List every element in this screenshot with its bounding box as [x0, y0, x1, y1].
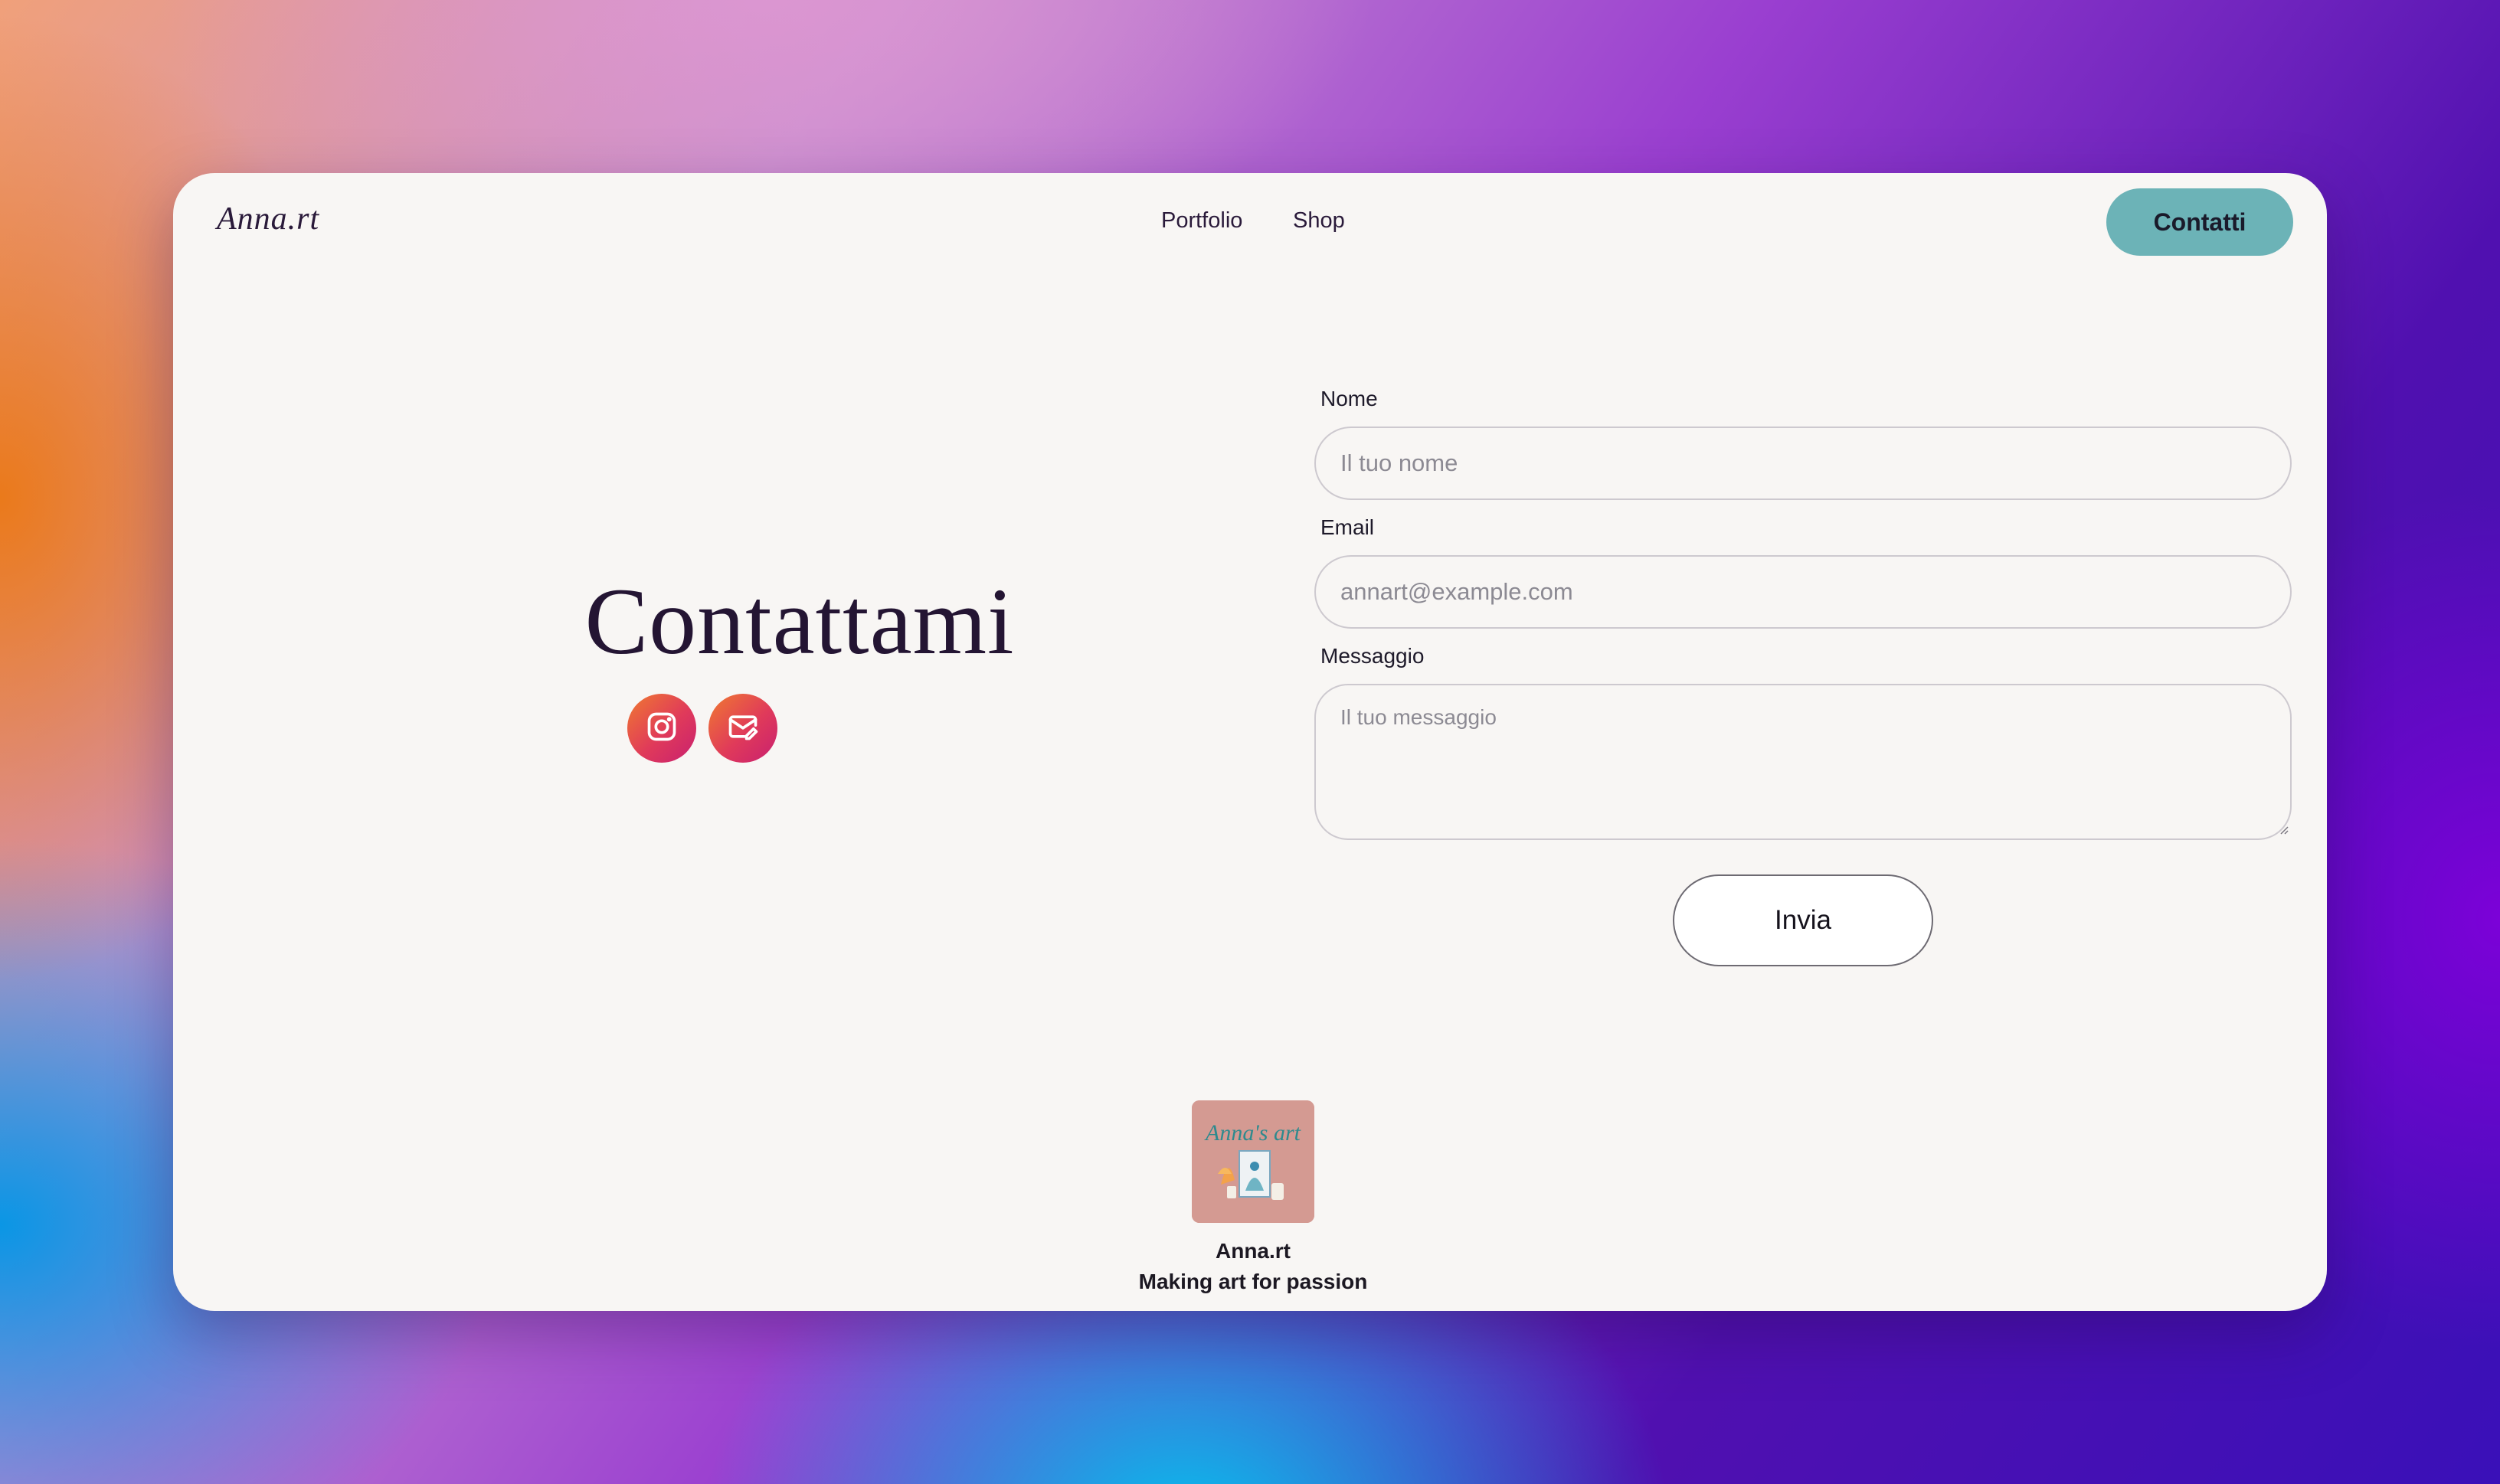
submit-button[interactable]: Invia	[1673, 874, 1933, 966]
nav-link-shop[interactable]: Shop	[1293, 208, 1345, 234]
resize-handle-icon[interactable]	[2278, 824, 2289, 835]
footer-logo-text: Anna's art	[1204, 1120, 1301, 1146]
email-label: Email	[1320, 515, 1375, 539]
mail-edit-icon	[726, 710, 760, 747]
name-input[interactable]	[1314, 427, 2292, 500]
nav-link-portfolio[interactable]: Portfolio	[1161, 208, 1242, 234]
message-textarea[interactable]	[1314, 684, 2292, 840]
instagram-link[interactable]	[627, 694, 696, 763]
name-label: Nome	[1320, 387, 1378, 410]
instagram-icon	[645, 710, 679, 747]
message-label: Messaggio	[1320, 644, 1425, 668]
email-link[interactable]	[708, 694, 777, 763]
browser-window: Anna.rt Portfolio Shop Contatti Contatta…	[173, 173, 2327, 1311]
footer-site-name: Anna.rt	[1216, 1239, 1291, 1263]
footer-logo: Anna's art	[1192, 1100, 1314, 1223]
site-logo[interactable]: Anna.rt	[217, 201, 319, 237]
page-title: Contattami	[584, 569, 1015, 674]
email-input[interactable]	[1314, 555, 2292, 629]
footer-tagline: Making art for passion	[1138, 1270, 1368, 1293]
contact-button[interactable]: Contatti	[2106, 188, 2293, 256]
